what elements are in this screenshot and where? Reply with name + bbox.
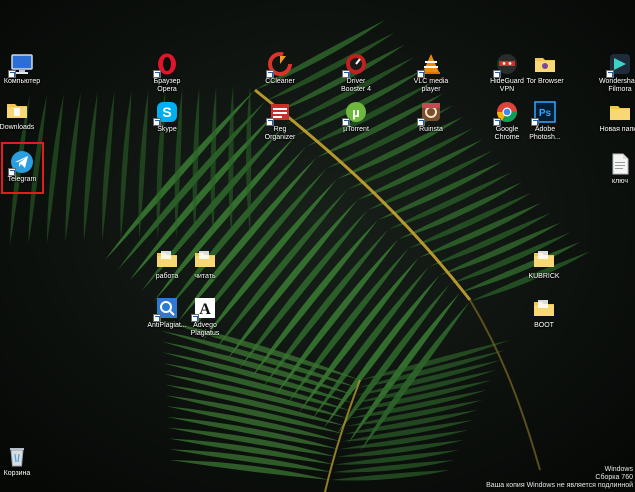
desktop-icon-label: Wondershare Filmora [599,78,635,93]
skype-icon: S [153,100,179,126]
shortcut-arrow-icon [493,118,501,126]
svg-text:A: A [199,301,211,318]
desktop-icon-downloads[interactable]: Downloads [0,98,47,132]
ruinsta-icon [417,100,443,126]
computer-icon [8,52,34,78]
desktop-icon-recycle-bin[interactable]: Корзина [0,444,47,478]
shortcut-arrow-icon [153,70,161,78]
desktop-icon-vlc[interactable]: VLC media player [401,52,461,94]
desktop-icon-label: Reg Organizer [264,126,296,141]
utorrent-icon: µ [342,100,368,126]
desktop-icon-label: VLC media player [413,78,449,93]
tor-folder-icon [533,52,557,76]
desktop-icon-boot[interactable]: BOOT [514,296,574,330]
desktop-icon-label: µTorrent [343,126,369,133]
shortcut-arrow-icon [417,70,425,78]
shortcut-arrow-icon [8,70,16,78]
watermark-line-2: Сборка 760 [595,474,633,481]
desktop-icon-driver-booster[interactable]: Driver Booster 4 [326,52,386,94]
shortcut-arrow-icon [606,70,614,78]
svg-text:Ps: Ps [539,108,552,119]
driver-booster-icon [342,52,368,78]
telegram-icon [8,150,34,176]
desktop-icon-label: Advego Plagiatus [190,322,220,337]
folder-icon [532,296,556,320]
vlc-icon [417,52,443,78]
desktop-icon-label: KUBRICK [528,273,560,280]
desktop-icon-reg-organizer[interactable]: Reg Organizer [250,100,310,142]
folder-icon [532,247,556,271]
desktop[interactable]: Компьютер Downloads Telegram Браузер Ope… [0,0,635,492]
desktop-icon-label: Ruinsta [419,126,443,133]
watermark-line-3: Ваша копия Windows не является подлинной [486,482,633,489]
desktop-icon-ruinsta[interactable]: Ruinsta [401,100,461,134]
desktop-icon-label: читать [194,273,216,280]
shortcut-arrow-icon [191,314,199,322]
desktop-icon-utorrent[interactable]: µ µTorrent [326,100,386,134]
shortcut-arrow-icon [417,118,425,126]
desktop-icon-label: Tor Browser [526,78,564,85]
shortcut-arrow-icon [266,70,274,78]
desktop-icon-label: Корзина [3,470,31,477]
folder-icon [193,247,217,271]
opera-icon [153,52,179,78]
desktop-icon-label: Компьютер [3,78,41,85]
desktop-icon-tor-browser[interactable]: Tor Browser [515,52,575,86]
desktop-icon-skype[interactable]: S Skype [137,100,197,134]
desktop-icon-label: Downloads [0,124,35,131]
desktop-icon-computer[interactable]: Компьютер [0,52,52,86]
desktop-icon-label: Telegram [7,176,37,183]
shortcut-arrow-icon [8,168,16,176]
desktop-icon-advego[interactable]: A Advego Plagiatus [175,296,235,338]
desktop-icon-label: Adobe Photosh... [529,126,561,141]
desktop-icon-label: CCleaner [265,78,295,85]
desktop-icon-label: Skype [157,126,177,133]
desktop-icon-label: Браузер Opera [153,78,181,93]
desktop-icon-ccleaner[interactable]: CCleaner [250,52,310,86]
recycle-bin-icon [5,444,29,468]
shortcut-arrow-icon [531,118,539,126]
shortcut-arrow-icon [266,118,274,126]
desktop-icon-kluch[interactable]: ключ [590,152,635,186]
svg-text:S: S [162,104,171,120]
text-file-icon [608,152,632,176]
watermark-line-1: Windows [604,466,633,473]
filmora-icon [606,52,632,78]
desktop-icon-new-folder[interactable]: Новая папка [590,100,635,134]
desktop-icon-telegram[interactable]: Telegram [0,150,52,184]
shortcut-arrow-icon [342,118,350,126]
desktop-icon-label: ключ [612,178,628,185]
folder-icon [608,100,632,124]
windows-activation-watermark: Windows Сборка 760 Ваша копия Windows не… [486,466,633,490]
desktop-icon-kubrick[interactable]: KUBRICK [514,247,574,281]
desktop-icon-label: Новая папка [599,126,635,133]
desktop-icon-filmora[interactable]: Wondershare Filmora [590,52,635,94]
desktop-icon-label: BOOT [534,322,554,329]
reg-organizer-icon [266,100,292,126]
desktop-icon-label: Driver Booster 4 [341,78,371,93]
desktop-icon-opera[interactable]: Браузер Opera [137,52,197,94]
desktop-icon-photoshop[interactable]: Ps Adobe Photosh... [515,100,575,142]
shortcut-arrow-icon [153,118,161,126]
photoshop-icon: Ps [531,100,557,126]
svg-text:µ: µ [352,105,360,120]
shortcut-arrow-icon [153,314,161,322]
advego-icon: A [191,296,217,322]
shortcut-arrow-icon [342,70,350,78]
folder-icon [5,98,29,122]
desktop-icon-chitat[interactable]: читать [175,247,235,281]
ccleaner-icon [266,52,292,78]
shortcut-arrow-icon [493,70,501,78]
